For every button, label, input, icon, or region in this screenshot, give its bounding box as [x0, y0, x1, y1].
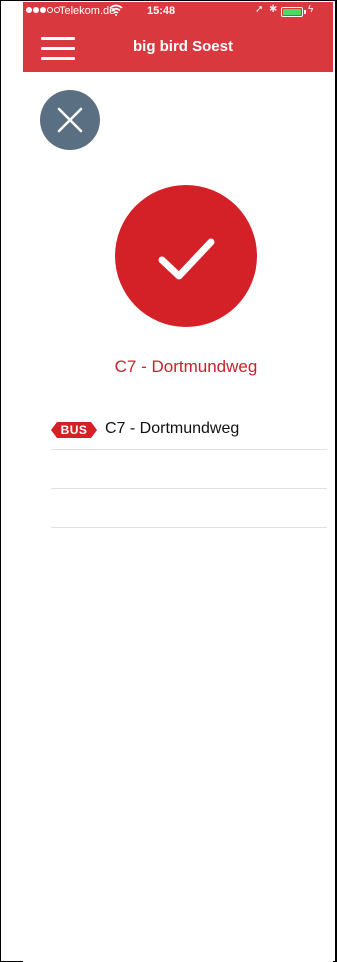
bus-badge-label: BUS [60, 423, 88, 437]
signal-dot [47, 7, 53, 13]
carrier-name: Telekom.de [59, 5, 116, 17]
close-icon [57, 107, 83, 133]
list-item[interactable] [51, 450, 327, 489]
app-screen: Telekom.de 15:48 ➚ ✱ ϟ big bird Soest C7… [23, 2, 333, 962]
signal-dot [33, 7, 39, 13]
checkmark-icon [158, 238, 215, 280]
location-arrow-icon: ➚ [255, 4, 264, 15]
list-item[interactable]: BUS C7 - Dortmundweg [51, 410, 327, 450]
line-name: C7 - Dortmundweg [105, 420, 240, 437]
page-title: big bird Soest [132, 38, 233, 55]
signal-strength-icon [26, 7, 60, 13]
charging-icon: ϟ [308, 4, 314, 15]
list-item[interactable] [51, 489, 327, 528]
signal-dot [26, 7, 32, 13]
clock-time: 15:48 [147, 5, 176, 17]
navigation-bar: big bird Soest [23, 22, 333, 72]
status-bar: Telekom.de 15:48 ➚ ✱ ϟ [23, 2, 333, 22]
bus-badge-icon: BUS [51, 422, 97, 438]
battery-icon [281, 7, 303, 17]
signal-dot [40, 7, 46, 13]
battery-tip [304, 10, 306, 14]
wifi-icon [109, 4, 123, 19]
close-button[interactable] [40, 90, 100, 150]
stop-name-heading: C7 - Dortmundweg [114, 357, 258, 376]
menu-bar-line [41, 57, 75, 60]
success-indicator [115, 185, 257, 327]
bluetooth-icon: ✱ [269, 4, 278, 15]
battery-level-fill [283, 9, 301, 15]
line-list: BUS C7 - Dortmundweg [51, 410, 327, 528]
phone-frame: Telekom.de 15:48 ➚ ✱ ϟ big bird Soest C7… [0, 0, 337, 962]
